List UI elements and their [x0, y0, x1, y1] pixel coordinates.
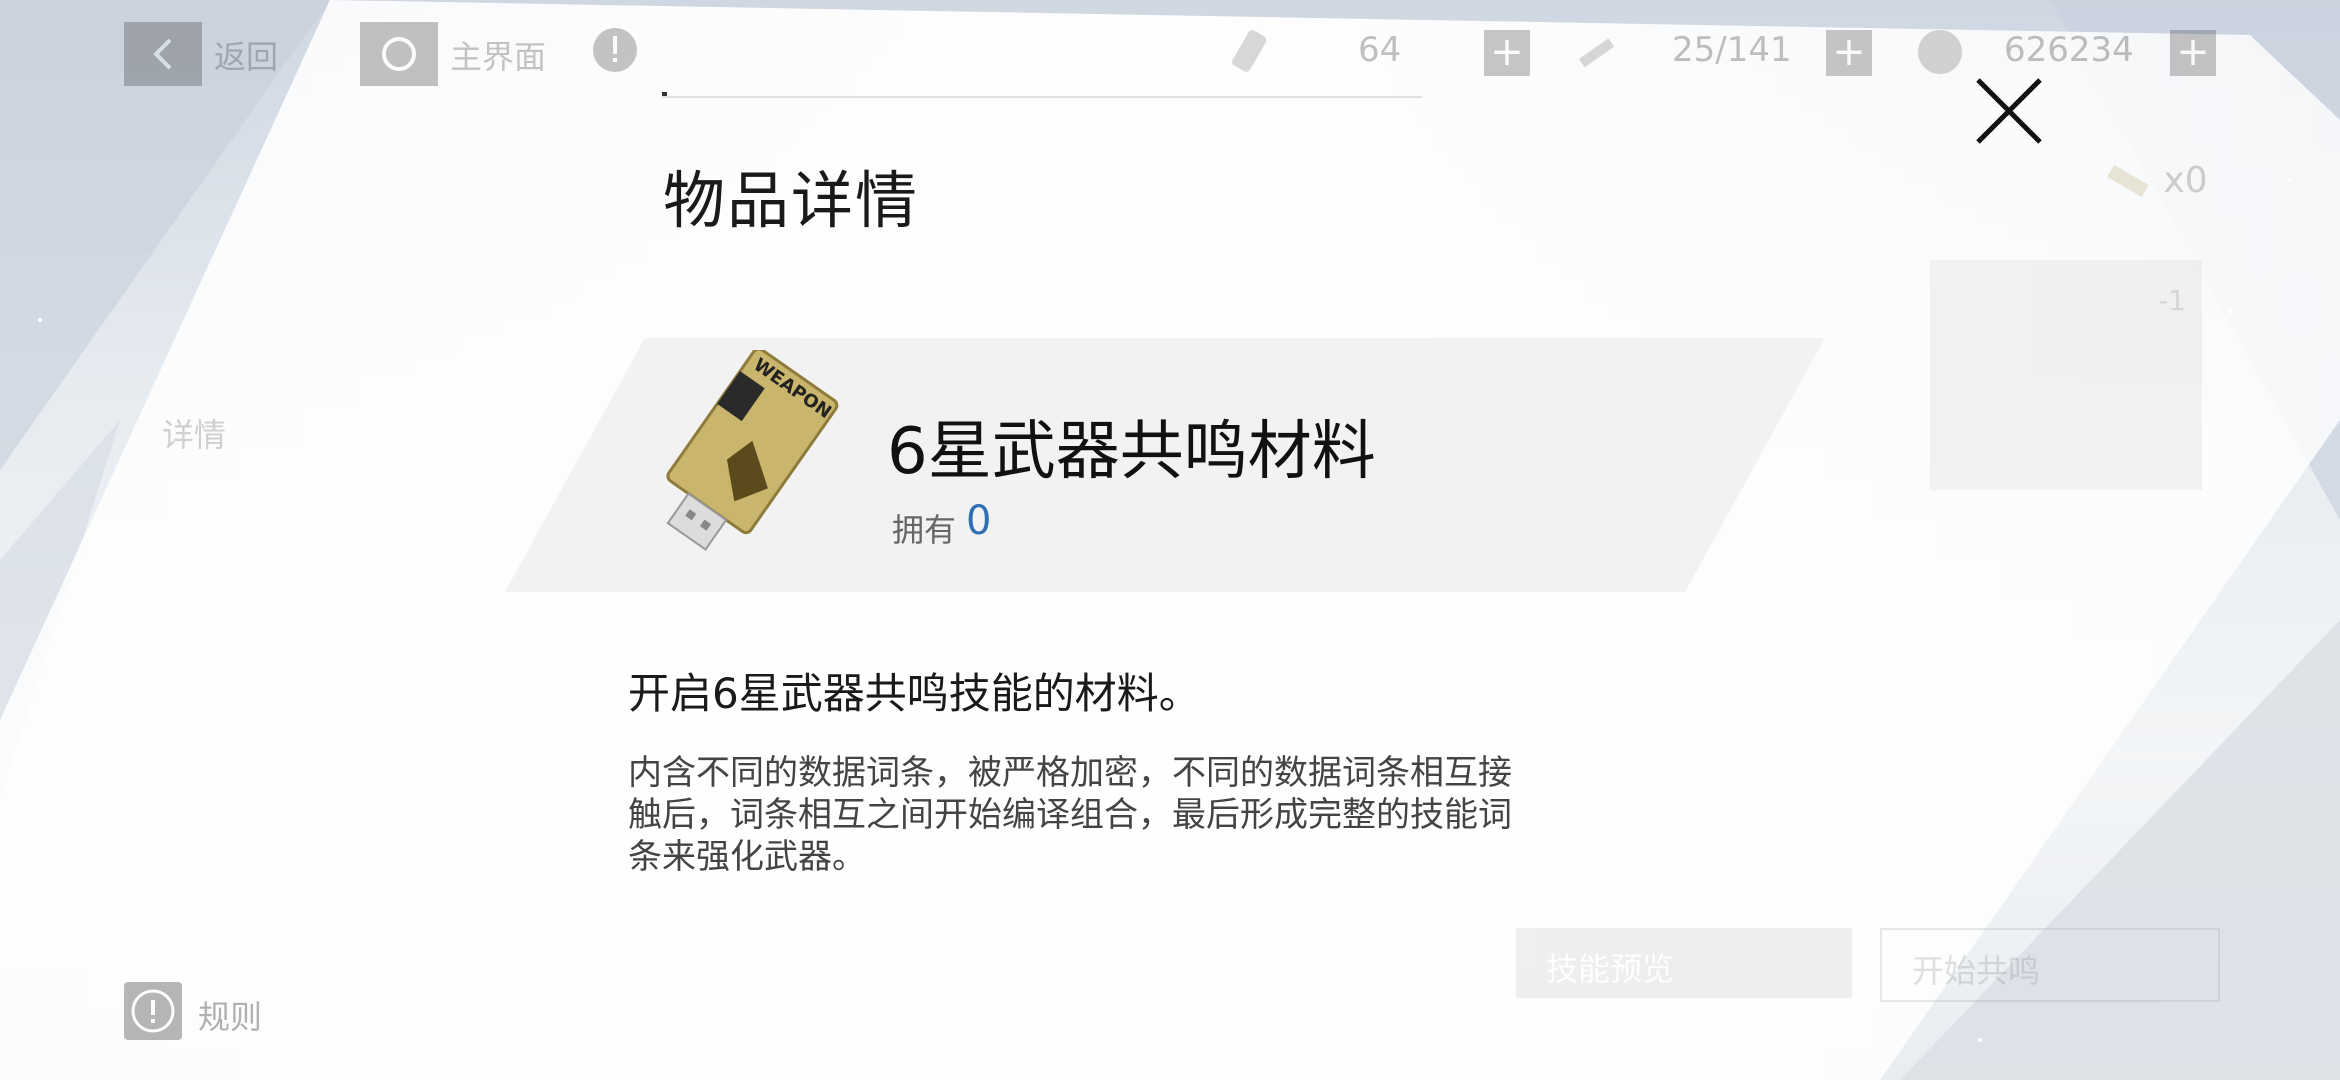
weapon-resonance-usb-icon: WEAPON: [666, 350, 839, 551]
slot-box: -1: [1930, 260, 2202, 490]
key-icon: [1578, 38, 1615, 68]
coin-icon: [1918, 30, 1962, 74]
skill-preview-button[interactable]: 技能预览: [1516, 928, 1852, 998]
add-stamina-button[interactable]: +: [1484, 30, 1530, 76]
owned-label: 拥有: [892, 511, 957, 549]
back-label: 返回: [214, 38, 279, 76]
start-resonance-button[interactable]: 开始共鸣: [1880, 928, 2220, 1002]
add-coin-button[interactable]: +: [2170, 30, 2216, 76]
add-key-button[interactable]: +: [1826, 30, 1872, 76]
key-value: 25/141: [1672, 30, 1792, 70]
material-count: x0: [2102, 160, 2208, 202]
notice-button[interactable]: [588, 22, 642, 86]
circle-icon: [382, 37, 416, 71]
rules-label: 规则: [198, 998, 263, 1036]
item-name: 6星武器共鸣材料: [887, 415, 1376, 489]
slot-value: -1: [2158, 284, 2186, 317]
dialog-title: 物品详情: [663, 164, 920, 237]
material-count-label: x0: [2163, 160, 2208, 201]
owned-count: 0: [966, 498, 992, 544]
chevron-left-icon: [153, 38, 172, 70]
info-icon: [593, 28, 637, 72]
skill-preview-label: 技能预览: [1546, 950, 1675, 988]
back-button[interactable]: [124, 22, 202, 86]
item-description: 开启6星武器共鸣技能的材料。: [628, 669, 1201, 718]
coin-value: 626234: [2004, 30, 2134, 70]
info-icon: [124, 982, 182, 1040]
material-icon: [2107, 164, 2149, 198]
stamina-value: 64: [1358, 30, 1402, 70]
home-button[interactable]: [360, 22, 438, 86]
stamina-icon: [1232, 30, 1267, 72]
home-label: 主界面: [450, 38, 547, 76]
side-text: 详情: [162, 416, 227, 454]
title-divider: [662, 96, 1422, 98]
item-lore: 内含不同的数据词条，被严格加密，不同的数据词条相互接触后，词条相互之间开始编译组…: [628, 753, 1512, 877]
start-resonance-label: 开始共鸣: [1912, 952, 2041, 990]
close-icon[interactable]: [1974, 76, 2044, 146]
